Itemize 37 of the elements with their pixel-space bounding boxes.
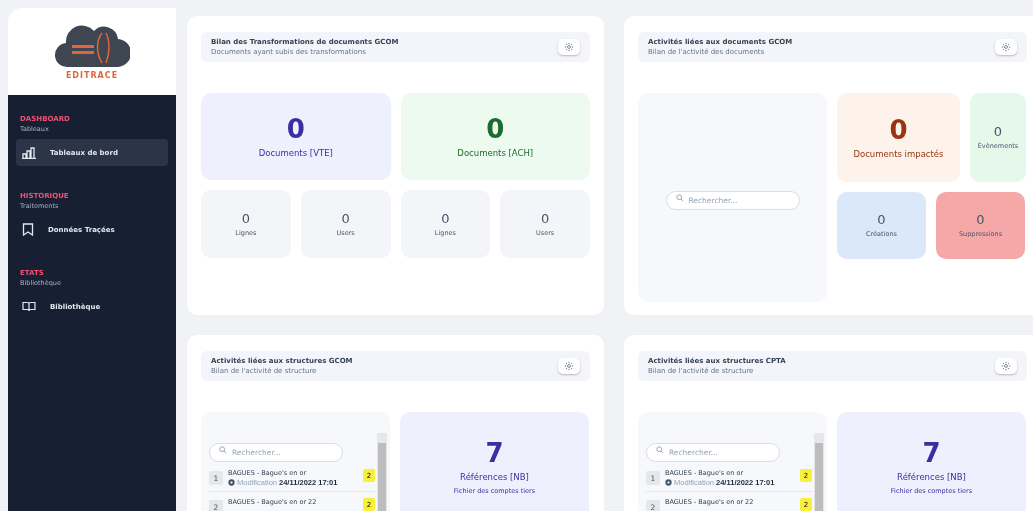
settings-button[interactable]: [995, 358, 1017, 374]
settings-button[interactable]: [558, 39, 580, 55]
stat-label: Documents [ACH]: [457, 147, 534, 158]
settings-icon: [564, 42, 574, 52]
cloud-logo-icon: [54, 23, 130, 69]
stat-label: Documents [VTE]: [258, 147, 333, 158]
stat-label: Références [NB]: [460, 471, 529, 482]
gear-icon: [228, 479, 235, 486]
open-book-icon: [22, 301, 36, 312]
settings-button[interactable]: [995, 39, 1017, 55]
settings-icon: [1001, 42, 1011, 52]
stat-label: Documents impactés: [853, 148, 944, 159]
stat-value: 0: [241, 211, 250, 225]
stat-value: 0: [993, 125, 1003, 138]
stat-label: Références [NB]: [897, 471, 966, 482]
stat-value: 0: [541, 211, 550, 225]
stat-value: 7: [485, 439, 504, 466]
stat-value: 0: [441, 211, 450, 225]
bar-chart-icon: [22, 146, 36, 159]
stat-value: 0: [976, 213, 985, 226]
gear-icon: [665, 479, 672, 486]
search-icon: [219, 446, 227, 454]
settings-button[interactable]: [558, 358, 580, 374]
stat-value: 0: [341, 211, 350, 225]
search-icon: [656, 446, 664, 454]
stat-value: 0: [877, 213, 886, 226]
stat-value: 0: [286, 115, 305, 142]
bookmark-icon: [22, 223, 34, 236]
settings-icon: [1001, 361, 1011, 371]
scrollbar[interactable]: [377, 433, 387, 511]
stat-value: 7: [922, 439, 941, 466]
scrollbar[interactable]: [814, 433, 824, 511]
stat-value: 0: [889, 116, 908, 143]
stat-value: 0: [486, 115, 505, 142]
search-icon: [675, 194, 684, 202]
settings-icon: [564, 361, 574, 371]
logo-text: EDITRACE: [65, 71, 119, 80]
